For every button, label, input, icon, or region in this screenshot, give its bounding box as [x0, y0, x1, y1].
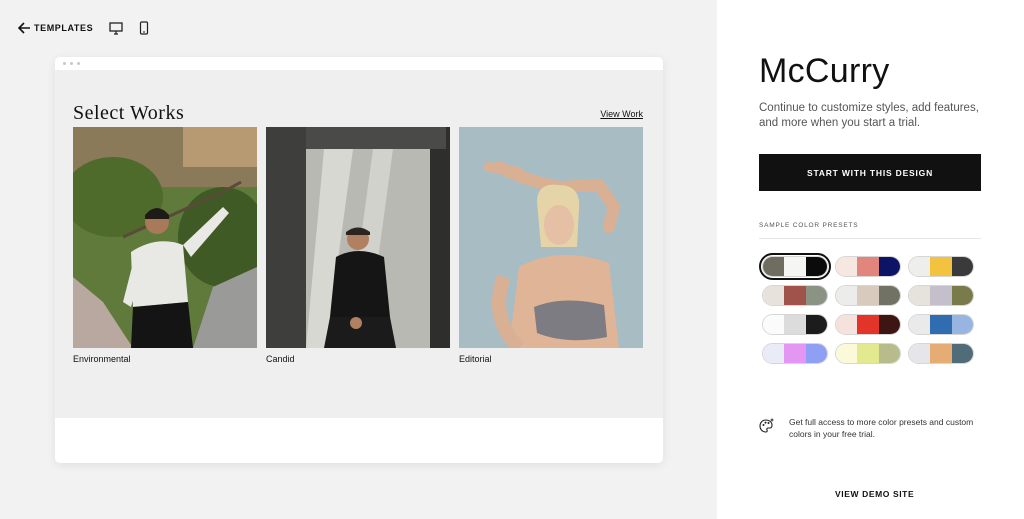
gallery-photo [73, 127, 257, 348]
swatch-color [784, 286, 806, 305]
color-presets-info-text: Get full access to more color presets an… [789, 417, 974, 439]
swatch-color [805, 344, 827, 363]
template-info-panel: McCurry Continue to customize styles, ad… [717, 0, 1024, 519]
browser-dot [63, 62, 66, 65]
arrow-left-icon [18, 22, 30, 34]
desktop-icon [109, 21, 123, 35]
color-preset-swatch[interactable] [908, 343, 974, 364]
swatch-color [951, 257, 973, 276]
swatch-color [805, 257, 827, 276]
swatch-color [857, 286, 879, 305]
gallery-item[interactable]: Environmental [73, 127, 257, 364]
browser-dot [77, 62, 80, 65]
swatch-color [763, 315, 785, 334]
mobile-icon [140, 21, 149, 35]
swatch-color [951, 344, 973, 363]
swatch-color [763, 257, 785, 276]
site-preview: Select Works View Work Environmental Can… [55, 70, 663, 418]
desktop-view-button[interactable] [109, 21, 123, 35]
swatch-color [836, 257, 858, 276]
start-with-this-design-button[interactable]: START WITH THIS DESIGN [759, 154, 981, 191]
sample-color-presets-label: SAMPLE COLOR PRESETS [759, 222, 859, 229]
swatch-color [951, 315, 973, 334]
template-preview-frame: Select Works View Work Environmental Can… [55, 57, 663, 463]
color-preset-swatch[interactable] [835, 256, 901, 277]
color-preset-swatch[interactable] [759, 253, 831, 280]
swatch-color [909, 315, 931, 334]
swatch-color [836, 315, 858, 334]
back-to-templates-link[interactable]: TEMPLATES [18, 22, 93, 34]
color-presets-info: Get full access to more color presets an… [759, 416, 989, 440]
swatch-color [930, 315, 952, 334]
preview-toolbar: TEMPLATES [18, 18, 149, 38]
color-preset-swatch[interactable] [908, 285, 974, 306]
swatch-color [805, 315, 827, 334]
color-preset-swatch[interactable] [762, 285, 828, 306]
swatch-color [878, 257, 900, 276]
color-preset-swatch[interactable] [835, 285, 901, 306]
gallery-item[interactable]: Candid [266, 127, 450, 364]
swatch-color [857, 344, 879, 363]
palette-sparkle-icon [759, 418, 774, 433]
color-preset-swatch[interactable] [908, 256, 974, 277]
view-work-link[interactable]: View Work [600, 109, 643, 119]
swatch-color [878, 315, 900, 334]
back-link-label: TEMPLATES [34, 23, 94, 33]
swatch-color [951, 286, 973, 305]
swatch-color [909, 344, 931, 363]
swatch-color [878, 286, 900, 305]
swatch-color [857, 257, 879, 276]
swatch-color [930, 286, 952, 305]
browser-bar [55, 57, 663, 70]
swatch-color [909, 257, 931, 276]
gallery-caption: Environmental [73, 354, 131, 364]
swatch-color [857, 315, 879, 334]
browser-dot [70, 62, 73, 65]
gallery-photo [459, 127, 643, 348]
gallery-caption: Editorial [459, 354, 492, 364]
swatch-color [784, 315, 806, 334]
color-preset-swatch[interactable] [762, 314, 828, 335]
swatch-color [930, 344, 952, 363]
swatch-color [930, 257, 952, 276]
view-demo-site-link[interactable]: VIEW DEMO SITE [835, 489, 914, 499]
swatch-color [763, 344, 785, 363]
gallery-photo [266, 127, 450, 348]
divider [759, 238, 981, 239]
swatch-color [784, 344, 806, 363]
swatch-color [836, 344, 858, 363]
gallery-item[interactable]: Editorial [459, 127, 643, 364]
template-subtitle: Continue to customize styles, add featur… [759, 102, 979, 129]
swatch-color [878, 344, 900, 363]
preview-area: TEMPLATES Select Works View Work Environ… [0, 0, 717, 519]
color-preset-swatch[interactable] [835, 343, 901, 364]
mobile-view-button[interactable] [139, 21, 149, 35]
swatch-color [763, 286, 785, 305]
template-title: McCurry [759, 52, 890, 90]
gallery-caption: Candid [266, 354, 295, 364]
color-preset-swatch[interactable] [908, 314, 974, 335]
swatch-color [836, 286, 858, 305]
swatch-color [784, 257, 806, 276]
swatch-color [805, 286, 827, 305]
color-preset-swatch[interactable] [835, 314, 901, 335]
color-preset-swatch[interactable] [762, 343, 828, 364]
swatch-color [909, 286, 931, 305]
site-heading: Select Works [73, 102, 185, 124]
